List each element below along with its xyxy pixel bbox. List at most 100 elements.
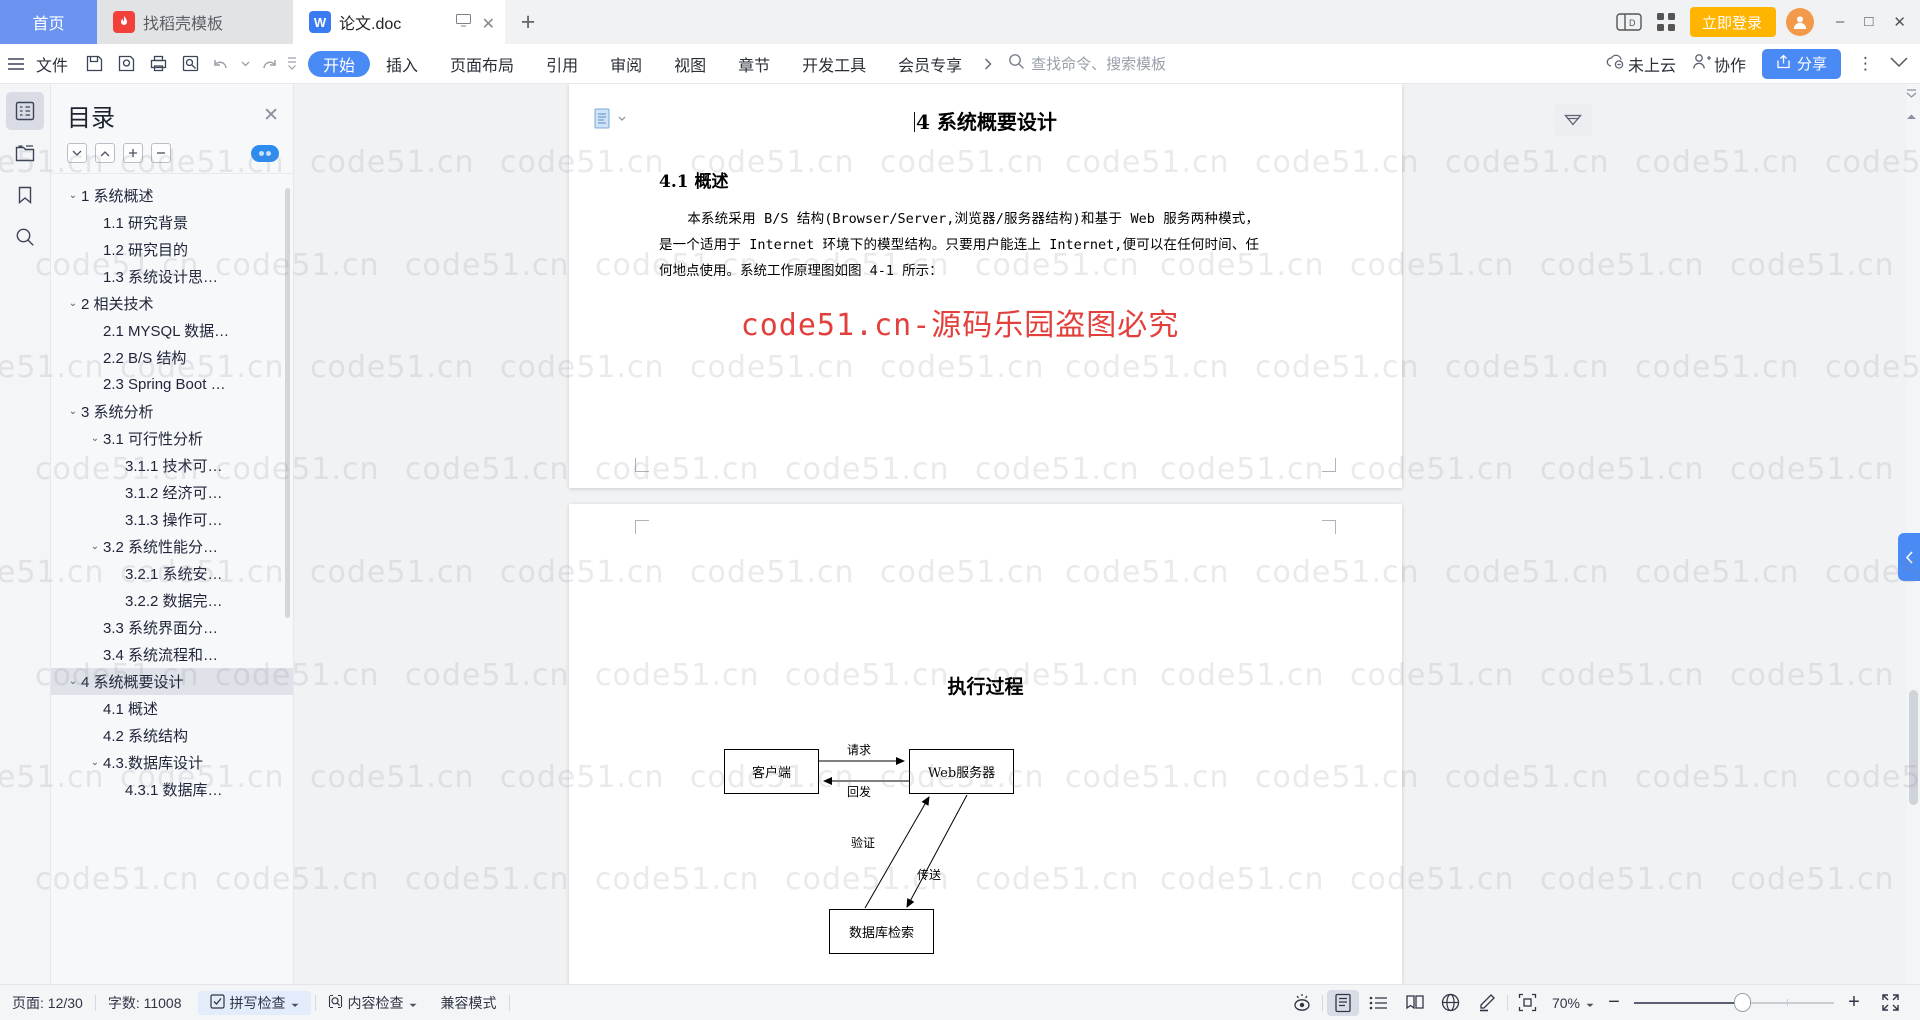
ribbon-tab-review[interactable]: 审阅 [594, 50, 658, 78]
zoom-in-button[interactable]: + [1838, 990, 1870, 1016]
toc-expand-all-icon[interactable] [123, 143, 143, 163]
ribbon-tab-view[interactable]: 视图 [658, 50, 722, 78]
zoom-dropdown-icon[interactable] [1586, 995, 1594, 1011]
rail-search-icon[interactable] [6, 218, 44, 256]
collaborate-button[interactable]: 协作 [1692, 52, 1746, 76]
rail-thumbnail-icon[interactable] [6, 134, 44, 172]
page-format-badge[interactable] [593, 108, 626, 130]
toc-prev-heading-icon[interactable] [95, 143, 115, 163]
new-tab-button[interactable]: + [505, 0, 551, 44]
toc-item[interactable]: ⌄ 4 系统概要设计 [51, 668, 293, 695]
scroll-page-top-icon[interactable] [1906, 88, 1917, 100]
document-page-2[interactable]: 执行过程 客户端 Web服务器 数据库检索 请求 回发 验证 传送 [569, 504, 1402, 984]
tab-document-lunwen[interactable]: W 论文.doc ✕ [293, 0, 505, 44]
chevron-down-icon[interactable]: ⌄ [65, 676, 81, 687]
zoom-slider-knob[interactable] [1734, 993, 1751, 1012]
ribbon-tab-member[interactable]: 会员专享 [882, 50, 978, 78]
print-preview-icon[interactable] [174, 49, 206, 79]
undo-icon[interactable] [206, 49, 238, 79]
fit-page-icon[interactable] [1512, 990, 1544, 1016]
toc-item[interactable]: ⌄ 4.3.数据库设计 [51, 749, 293, 776]
right-panel-toggle[interactable] [1898, 533, 1920, 581]
ribbon-tab-page-layout[interactable]: 页面布局 [434, 50, 530, 78]
toc-list[interactable]: ⌄ 1 系统概述 1.1 研究背景 1.2 研究目的 1.3 系统设计思… ⌄ 2 相关技术… [51, 173, 293, 984]
quick-access-dropdown-icon[interactable] [284, 49, 300, 79]
tab-home[interactable]: 首页 [0, 0, 97, 44]
toc-item[interactable]: ⌄ 3.2 系统性能分… [51, 533, 293, 560]
window-maximize-button[interactable]: □ [1864, 13, 1873, 31]
zoom-out-button[interactable]: − [1598, 990, 1630, 1016]
zoom-level-label[interactable]: 70% [1548, 991, 1582, 1015]
document-page-1[interactable]: 4 系统概要设计 4.1 概述 本系统采用 B/S 结构(Browser/Ser… [569, 84, 1402, 488]
zoom-slider[interactable] [1634, 993, 1834, 1012]
toc-eye-toggle[interactable] [251, 144, 279, 162]
save-as-icon[interactable] [110, 49, 142, 79]
toc-item[interactable]: 3.1.3 操作可… [51, 506, 293, 533]
toc-item[interactable]: 3.1.1 技术可… [51, 452, 293, 479]
rail-bookmark-icon[interactable] [6, 176, 44, 214]
ribbon-tab-insert[interactable]: 插入 [370, 50, 434, 78]
fullscreen-icon[interactable] [1874, 990, 1906, 1016]
tab-docer-templates[interactable]: 找稻壳模板 [97, 0, 293, 44]
tab-close-icon[interactable]: ✕ [482, 14, 495, 34]
toc-item[interactable]: ⌄ 3.1 可行性分析 [51, 425, 293, 452]
command-search[interactable]: 查找命令、搜索模板 [1008, 53, 1166, 74]
login-button[interactable]: 立即登录 [1690, 7, 1777, 37]
toc-item[interactable]: 4.1 概述 [51, 695, 293, 722]
ribbon-tab-references[interactable]: 引用 [530, 50, 594, 78]
document-canvas[interactable]: 4 系统概要设计 4.1 概述 本系统采用 B/S 结构(Browser/Ser… [294, 84, 1920, 984]
avatar[interactable] [1786, 8, 1815, 36]
toc-item[interactable]: 1.3 系统设计思… [51, 263, 293, 290]
spellcheck-dropdown-icon[interactable] [291, 995, 299, 1011]
rail-outline-icon[interactable] [6, 92, 44, 130]
print-icon[interactable] [142, 49, 174, 79]
toc-close-icon[interactable]: ✕ [263, 104, 279, 127]
toc-item[interactable]: 3.2.1 系统安… [51, 560, 293, 587]
web-view-icon[interactable] [1435, 990, 1467, 1016]
outline-view-icon[interactable] [1363, 990, 1395, 1016]
toc-item[interactable]: 3.1.2 经济可… [51, 479, 293, 506]
toc-item[interactable]: ⌄ 3 系统分析 [51, 398, 293, 425]
ribbon-collapse-icon[interactable] [1890, 55, 1908, 72]
toc-item[interactable]: 3.3 系统界面分… [51, 614, 293, 641]
file-menu-button[interactable]: 文件 [32, 52, 78, 76]
ribbon-tab-sections[interactable]: 章节 [722, 50, 786, 78]
toc-scrollbar-thumb[interactable] [285, 188, 290, 618]
chevron-down-icon[interactable]: ⌄ [65, 190, 81, 201]
toc-item[interactable]: 3.4 系统流程和… [51, 641, 293, 668]
redo-icon[interactable] [252, 49, 284, 79]
read-view-icon[interactable] [1399, 990, 1431, 1016]
ribbon-overflow-chevron-icon[interactable] [978, 49, 998, 79]
toc-item[interactable]: 2.3 Spring Boot … [51, 371, 293, 398]
pen-view-icon[interactable] [1471, 990, 1503, 1016]
status-compatibility-mode[interactable]: 兼容模式 [429, 991, 509, 1015]
cloud-status[interactable]: 未上云 [1606, 52, 1676, 76]
eye-focus-icon[interactable] [1286, 990, 1318, 1016]
ribbon-tab-start[interactable]: 开始 [308, 50, 371, 77]
toc-next-heading-icon[interactable] [67, 143, 87, 163]
status-page-count[interactable]: 页面: 12/30 [0, 991, 95, 1015]
save-icon[interactable] [78, 49, 110, 79]
toc-collapse-all-icon[interactable] [151, 143, 171, 163]
toc-item[interactable]: 1.1 研究背景 [51, 209, 293, 236]
contentcheck-dropdown-icon[interactable] [409, 995, 417, 1011]
chevron-down-icon[interactable]: ⌄ [87, 757, 103, 768]
toc-item[interactable]: 2.2 B/S 结构 [51, 344, 293, 371]
share-button[interactable]: 分享 [1761, 48, 1841, 79]
grid-apps-icon[interactable] [1656, 12, 1676, 32]
toc-item[interactable]: 4.3.1 数据库… [51, 776, 293, 803]
split-view-icon[interactable]: D [1616, 12, 1642, 32]
status-word-count[interactable]: 字数: 11008 [96, 991, 194, 1015]
ribbon-tab-developer[interactable]: 开发工具 [786, 50, 882, 78]
window-minimize-button[interactable]: – [1836, 13, 1844, 31]
chevron-down-icon[interactable]: ⌄ [87, 433, 103, 444]
status-contentcheck[interactable]: 内容检查 [316, 991, 429, 1015]
more-options-icon[interactable]: ⋮ [1857, 54, 1874, 74]
hamburger-menu-icon[interactable] [0, 49, 32, 79]
undo-dropdown-icon[interactable] [238, 49, 252, 79]
document-scrollbar-thumb[interactable] [1909, 690, 1918, 805]
page-filter-button[interactable] [1554, 104, 1592, 136]
chevron-down-icon[interactable]: ⌄ [87, 541, 103, 552]
toc-item[interactable]: 1.2 研究目的 [51, 236, 293, 263]
window-close-button[interactable]: ✕ [1893, 13, 1906, 31]
